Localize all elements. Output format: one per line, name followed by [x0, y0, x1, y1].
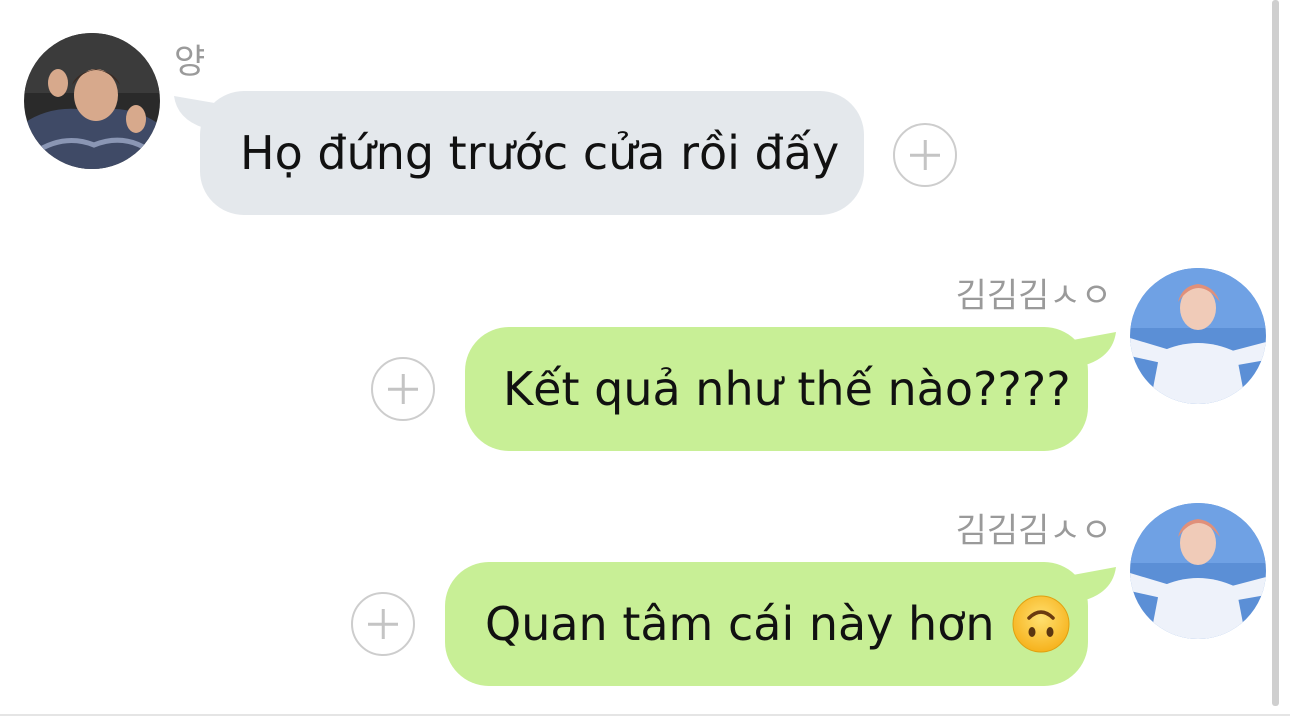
message-bubble-outgoing[interactable]: Quan tâm cái này hơn	[445, 562, 1088, 686]
avatar-sender-yang[interactable]	[24, 33, 160, 169]
message-text: Kết quả như thế nào????	[503, 362, 1071, 416]
avatar-sender-self[interactable]	[1130, 503, 1266, 639]
sender-name: 양	[174, 42, 206, 82]
sender-name: 김김김ㅅㅇ	[955, 276, 1112, 316]
scrollbar[interactable]	[1272, 0, 1279, 706]
message-text: Quan tâm cái này hơn	[485, 597, 995, 651]
sender-name: 김김김ㅅㅇ	[955, 511, 1112, 551]
upside-down-face-icon	[1012, 595, 1070, 653]
avatar-sender-self[interactable]	[1130, 268, 1266, 404]
add-reaction-button[interactable]	[893, 123, 957, 187]
chat-view: 양 Họ đứng trước cửa rồi đấy 김김김ㅅㅇ Kết qu…	[0, 0, 1290, 716]
add-reaction-button[interactable]	[371, 357, 435, 421]
message-bubble-incoming[interactable]: Họ đứng trước cửa rồi đấy	[200, 91, 864, 215]
message-text: Họ đứng trước cửa rồi đấy	[240, 126, 840, 180]
add-reaction-button[interactable]	[351, 592, 415, 656]
message-bubble-outgoing[interactable]: Kết quả như thế nào????	[465, 327, 1088, 451]
